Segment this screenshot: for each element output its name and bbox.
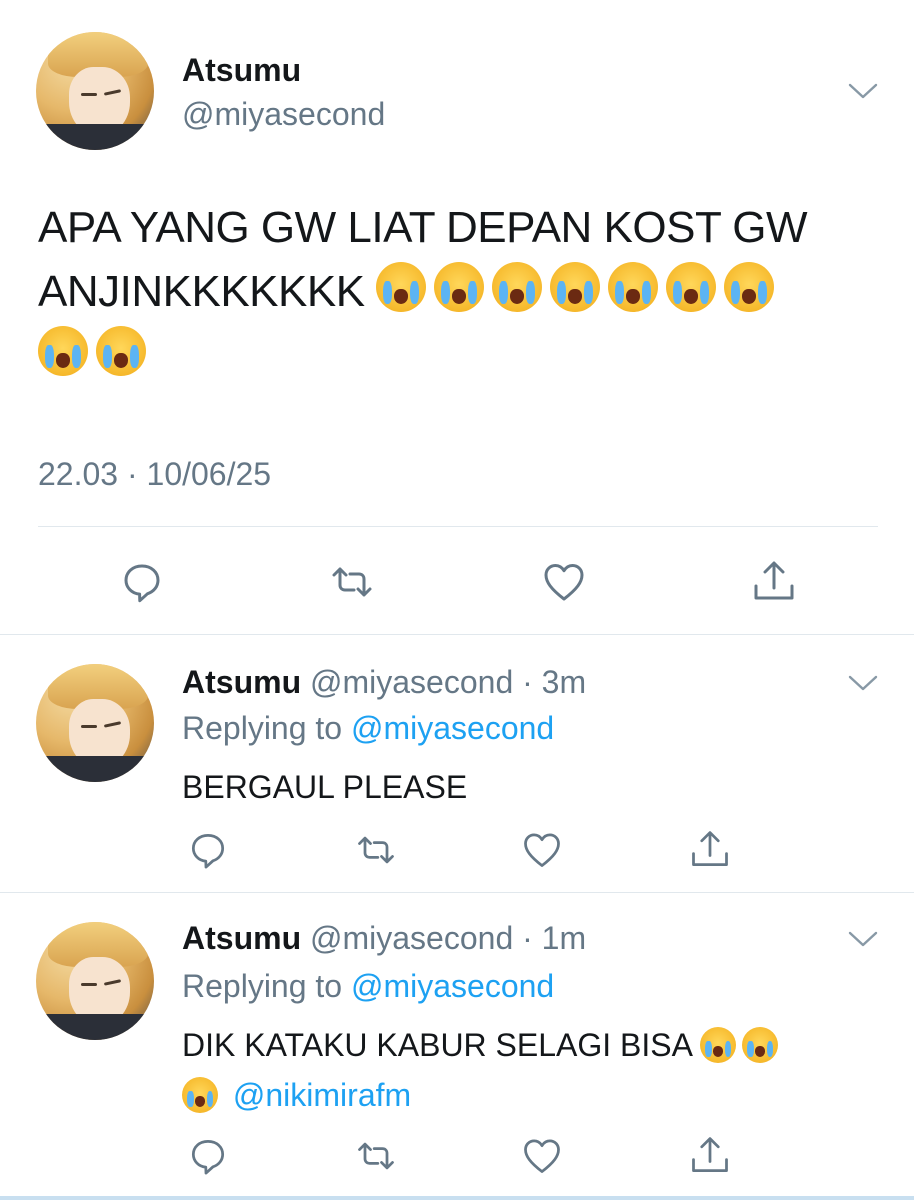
reply-meta: @miyasecond · 3m [310, 664, 587, 700]
tweet-text-line2: ANJINKKKKKKK [38, 260, 888, 324]
heart-icon[interactable] [520, 1134, 564, 1178]
heart-icon[interactable] [540, 558, 588, 606]
bottom-edge [0, 1196, 914, 1200]
crying-face-emoji [742, 1027, 779, 1063]
divider [38, 526, 878, 527]
reply-text-line1: DIK KATAKU KABUR SELAGI BISA [182, 1020, 872, 1070]
main-tweet: Atsumu @miyasecond APA YANG GW LIAT DEPA… [0, 0, 914, 634]
crying-face-emoji [608, 262, 659, 312]
reply-text: BERGAUL PLEASE [182, 769, 468, 805]
replying-prefix: Replying to [182, 710, 351, 746]
reply-icon[interactable] [186, 1134, 230, 1178]
author-name[interactable]: Atsumu [182, 664, 301, 700]
chevron-down-icon[interactable] [848, 82, 878, 100]
crying-face-emoji [96, 326, 146, 376]
replying-handle-link[interactable]: @miyasecond [351, 968, 554, 1004]
chevron-down-icon[interactable] [848, 674, 878, 692]
share-icon[interactable] [750, 558, 798, 606]
retweet-icon[interactable] [354, 1134, 398, 1178]
crying-face-emoji [666, 262, 717, 312]
crying-face-emoji [434, 262, 485, 312]
avatar[interactable] [36, 664, 154, 782]
crying-face-emoji [550, 262, 601, 312]
tweet-text-line2-text: ANJINKKKKKKK [38, 267, 365, 316]
replying-handle-link[interactable]: @miyasecond [351, 710, 554, 746]
crying-face-emoji [724, 262, 775, 312]
reply-header: Atsumu @miyasecond · 3m [182, 664, 586, 701]
heart-icon[interactable] [520, 828, 564, 872]
avatar[interactable] [36, 32, 154, 150]
reply-icon[interactable] [186, 828, 230, 872]
reply-text: DIK KATAKU KABUR SELAGI BISA @nikimirafm [182, 1020, 872, 1120]
author-name[interactable]: Atsumu [182, 52, 301, 89]
replying-prefix: Replying to [182, 968, 351, 1004]
tweet-text-line3 [38, 324, 888, 388]
reply-tweet: Atsumu @miyasecond · 3m Replying to @miy… [0, 634, 914, 892]
replying-to: Replying to @miyasecond [182, 968, 554, 1005]
share-icon[interactable] [688, 1134, 732, 1178]
crying-face-emoji [376, 262, 427, 312]
tweet-timestamp[interactable]: 22.03 · 10/06/25 [38, 456, 271, 493]
tweet-actions [0, 556, 914, 606]
crying-face-emoji [492, 262, 543, 312]
crying-face-emoji [182, 1077, 218, 1113]
reply-text-body: DIK KATAKU KABUR SELAGI BISA [182, 1027, 692, 1063]
tweet-text: APA YANG GW LIAT DEPAN KOST GW ANJINKKKK… [38, 196, 888, 388]
mention-link[interactable]: @nikimirafm [233, 1077, 411, 1113]
tweet-text-line1: APA YANG GW LIAT DEPAN KOST GW [38, 203, 808, 252]
reply-icon[interactable] [118, 558, 166, 606]
reply-header: Atsumu @miyasecond · 1m [182, 920, 586, 957]
reply-meta: @miyasecond · 1m [310, 920, 587, 956]
author-handle[interactable]: @miyasecond [182, 96, 385, 133]
retweet-icon[interactable] [354, 828, 398, 872]
share-icon[interactable] [688, 828, 732, 872]
reply-text-line2: @nikimirafm [182, 1070, 872, 1120]
crying-face-emoji [38, 326, 88, 376]
crying-face-emoji [700, 1027, 737, 1063]
retweet-icon[interactable] [328, 558, 376, 606]
author-name[interactable]: Atsumu [182, 920, 301, 956]
chevron-down-icon[interactable] [848, 930, 878, 948]
reply-tweet: Atsumu @miyasecond · 1m Replying to @miy… [0, 892, 914, 1196]
replying-to: Replying to @miyasecond [182, 710, 554, 747]
avatar[interactable] [36, 922, 154, 1040]
